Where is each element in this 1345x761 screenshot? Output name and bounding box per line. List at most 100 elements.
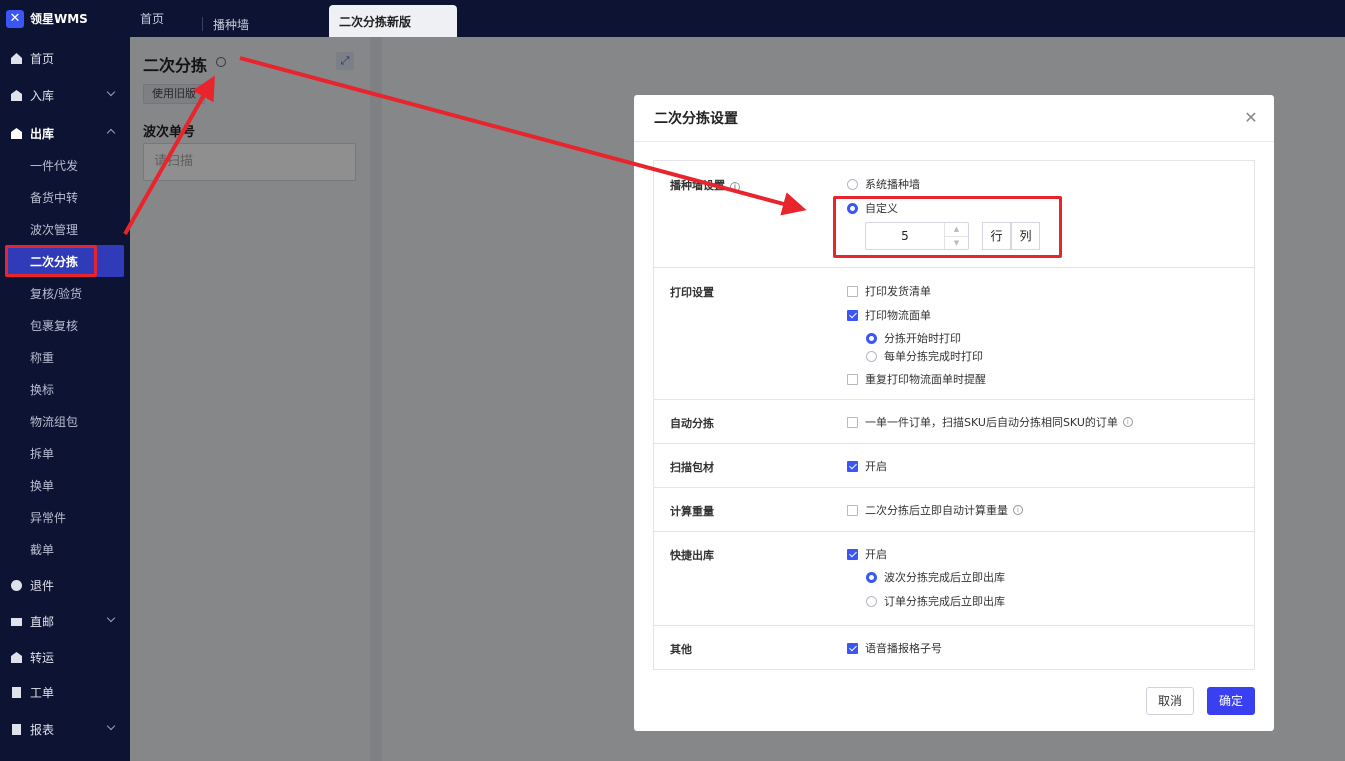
app-name: 领星WMS — [30, 12, 88, 26]
chevron-up-icon — [106, 128, 116, 138]
sidebar-subitem[interactable]: 包裹复核 — [0, 309, 130, 341]
direct-mail-icon — [10, 615, 23, 628]
checkbox-icon — [847, 548, 858, 560]
sidebar-item-label: 首页 — [30, 51, 55, 66]
sidebar-item-outbound[interactable]: 出库 — [0, 117, 130, 149]
sidebar-item-report[interactable]: 报表 — [0, 713, 130, 745]
row-label: 扫描包材 — [670, 461, 714, 474]
info-icon: i — [1122, 417, 1133, 427]
scan-material-row: 扫描包材 开启 — [654, 444, 1254, 488]
radio-icon — [866, 350, 877, 362]
sidebar-subitem[interactable]: 截单 — [0, 533, 130, 565]
radio-icon — [866, 332, 877, 344]
sidebar-item-inbound[interactable]: 入库 — [0, 79, 130, 111]
sidebar-item-label: 退件 — [30, 578, 55, 593]
sidebar-item-label: 报表 — [30, 722, 55, 737]
row-label: 快捷出库 — [670, 549, 714, 562]
chevron-down-icon — [106, 613, 116, 623]
inbound-icon — [10, 89, 23, 102]
wave-complete-outbound-radio[interactable]: 波次分拣完成后立即出库 — [866, 569, 1005, 585]
sidebar-subitem[interactable]: 复核/验货 — [0, 277, 130, 309]
checkbox-icon — [847, 309, 858, 321]
auto-sort-checkbox[interactable]: 一单一件订单，扫描SKU后自动分拣相同SKU的订单 i — [847, 414, 1133, 430]
sidebar-item-transfer[interactable]: 转运 — [0, 641, 130, 673]
sidebar-item-home[interactable]: 首页 — [0, 42, 130, 74]
chevron-down-icon — [106, 721, 116, 731]
sidebar-subitem[interactable]: 换标 — [0, 373, 130, 405]
sidebar-subitem[interactable]: 拆单 — [0, 437, 130, 469]
dialog-title: 二次分拣设置 — [634, 95, 1274, 142]
checkbox-icon — [847, 416, 858, 428]
tab-home[interactable]: 首页 — [130, 0, 202, 37]
checkbox-icon — [847, 642, 858, 654]
sidebar-item-label: 出库 — [30, 126, 55, 141]
sidebar-subitem[interactable]: 换单 — [0, 469, 130, 501]
transfer-icon — [10, 651, 23, 664]
sidebar-subitem[interactable]: 备货中转 — [0, 181, 130, 213]
print-settings-row: 打印设置 打印发货清单 打印物流面单 分拣开始时打印 每单分拣完成时打印 重复打… — [654, 268, 1254, 400]
settings-dialog: 二次分拣设置 ✕ 播种墙设置 i 系统播种墙 自定义 5 ▲ ▼ 行 列 打印设置… — [634, 95, 1274, 731]
quick-outbound-row: 快捷出库 开启 波次分拣完成后立即出库 订单分拣完成后立即出库 — [654, 532, 1254, 626]
workorder-icon — [10, 686, 23, 699]
reprint-reminder-checkbox[interactable]: 重复打印物流面单时提醒 — [847, 371, 986, 387]
auto-sort-row: 自动分拣 一单一件订单，扫描SKU后自动分拣相同SKU的订单 i — [654, 400, 1254, 444]
radio-icon — [866, 595, 877, 607]
home-icon — [10, 52, 23, 65]
info-icon: i — [1013, 505, 1023, 515]
other-row: 其他 语音播报格子号 — [654, 626, 1254, 669]
scan-material-checkbox[interactable]: 开启 — [847, 458, 887, 474]
quick-outbound-checkbox[interactable]: 开启 — [847, 546, 887, 562]
top-bar: ✕ 领星WMS 首页 播种墙 二次分拣新版 — [0, 0, 1345, 37]
order-complete-outbound-radio[interactable]: 订单分拣完成后立即出库 — [866, 593, 1005, 609]
sidebar: 首页 入库 出库 一件代发 备货中转 波次管理 二次分拣 复核/验货 包裹复核 … — [0, 37, 130, 761]
row-label: 其他 — [670, 643, 692, 656]
system-seeding-wall-radio[interactable]: 系统播种墙 — [847, 176, 920, 192]
print-on-start-radio[interactable]: 分拣开始时打印 — [866, 330, 961, 346]
checkbox-icon — [847, 460, 858, 472]
seeding-wall-row: 播种墙设置 i 系统播种墙 自定义 5 ▲ ▼ 行 列 — [654, 161, 1254, 268]
sidebar-item-label: 工单 — [30, 685, 55, 700]
checkbox-icon — [847, 373, 858, 385]
sidebar-subitem[interactable]: 波次管理 — [0, 213, 130, 245]
print-shipping-label-checkbox[interactable]: 打印物流面单 — [847, 307, 931, 323]
checkbox-icon — [847, 285, 858, 297]
sidebar-subitem[interactable]: 一件代发 — [0, 149, 130, 181]
sidebar-item-label: 入库 — [30, 88, 55, 103]
chevron-down-icon — [106, 87, 116, 97]
sidebar-subitem[interactable]: 物流组包 — [0, 405, 130, 437]
sidebar-subitem[interactable]: 称重 — [0, 341, 130, 373]
tab-bar: 首页 播种墙 二次分拣新版 — [130, 0, 457, 37]
logo[interactable]: ✕ 领星WMS — [0, 0, 130, 37]
annotation-highlight-box — [5, 245, 97, 277]
calculate-weight-row: 计算重量 二次分拣后立即自动计算重量 i — [654, 488, 1254, 532]
row-label: 自动分拣 — [670, 417, 714, 430]
print-packing-list-checkbox[interactable]: 打印发货清单 — [847, 283, 931, 299]
voice-broadcast-checkbox[interactable]: 语音播报格子号 — [847, 640, 942, 656]
tab-secondary-sorting-new[interactable]: 二次分拣新版 — [329, 5, 457, 37]
sidebar-item-return[interactable]: 退件 — [0, 569, 130, 601]
confirm-button[interactable]: 确定 — [1207, 687, 1255, 715]
annotation-highlight-box — [833, 196, 1062, 258]
radio-icon — [847, 178, 858, 190]
settings-table: 播种墙设置 i 系统播种墙 自定义 5 ▲ ▼ 行 列 打印设置 打印发货清单 打… — [653, 160, 1255, 670]
report-icon — [10, 723, 23, 736]
outbound-icon — [10, 127, 23, 140]
sidebar-subitem[interactable]: 异常件 — [0, 501, 130, 533]
checkbox-icon — [847, 504, 858, 516]
radio-icon — [866, 571, 877, 583]
sidebar-item-direct-mail[interactable]: 直邮 — [0, 605, 130, 637]
tab-seeding-wall[interactable]: 播种墙 — [202, 17, 329, 32]
row-label: 打印设置 — [670, 286, 714, 299]
logo-icon: ✕ — [6, 9, 24, 28]
sidebar-item-label: 转运 — [30, 650, 55, 665]
row-label: 计算重量 — [670, 505, 714, 518]
print-on-complete-radio[interactable]: 每单分拣完成时打印 — [866, 348, 983, 364]
return-icon — [10, 579, 23, 592]
cancel-button[interactable]: 取消 — [1146, 687, 1194, 715]
close-icon[interactable]: ✕ — [1242, 109, 1260, 127]
sidebar-item-label: 直邮 — [30, 614, 55, 629]
auto-weight-checkbox[interactable]: 二次分拣后立即自动计算重量 i — [847, 502, 1023, 518]
info-icon: i — [730, 182, 740, 192]
row-label: 播种墙设置 i — [670, 177, 740, 193]
sidebar-item-workorder[interactable]: 工单 — [0, 676, 130, 708]
